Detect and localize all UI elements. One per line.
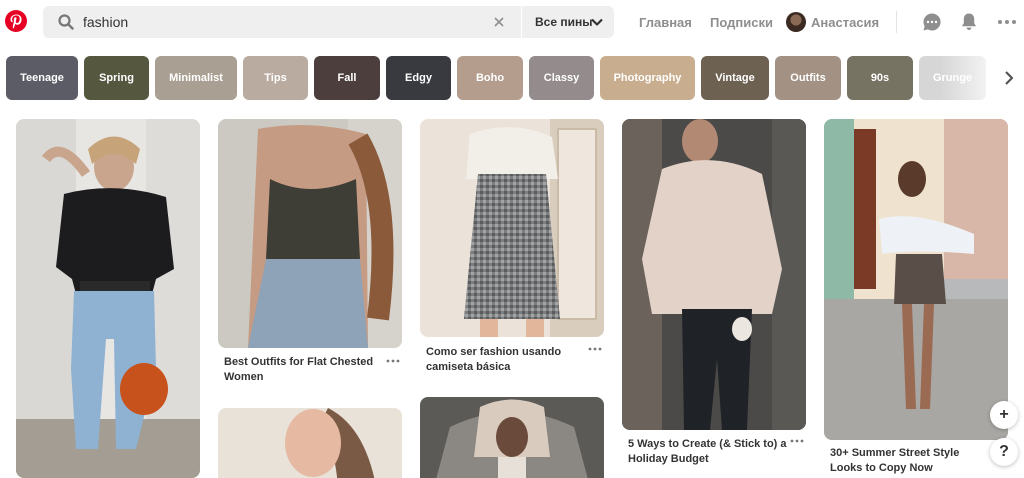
header-divider	[896, 11, 897, 33]
more-options-icon[interactable]	[386, 358, 400, 364]
tag-label: Fall	[337, 72, 357, 84]
pin-title[interactable]: 30+ Summer Street Style Looks to Copy No…	[830, 446, 990, 476]
notifications-bell-icon[interactable]	[958, 11, 980, 33]
pinterest-logo-icon[interactable]	[5, 10, 27, 32]
add-pin-label: +	[999, 406, 1009, 423]
search-scope-label: Все пины	[535, 15, 593, 29]
help-label: ?	[999, 443, 1009, 460]
pin-card[interactable]: Como ser fashion usando camiseta básica	[420, 119, 604, 379]
tag-label: Boho	[475, 72, 505, 84]
pin-image[interactable]	[420, 397, 604, 478]
pin-image[interactable]	[824, 119, 1008, 440]
tag-photography[interactable]: Photography	[600, 56, 695, 100]
tag-label: Grunge	[932, 72, 973, 84]
nav-subscriptions-link[interactable]: Подписки	[710, 15, 773, 30]
tag-label: Spring	[99, 72, 134, 84]
tag-label: Classy	[543, 72, 580, 84]
tag-label: Tips	[264, 72, 287, 84]
pin-image[interactable]	[16, 119, 200, 478]
tag-tips[interactable]: Tips	[243, 56, 308, 100]
tag-label: Edgy	[405, 72, 432, 84]
search-bar: Все пины	[43, 6, 614, 38]
avatar[interactable]	[786, 12, 806, 32]
tag-label: Teenage	[20, 72, 64, 84]
pin-card[interactable]: 30+ Summer Street Style Looks to Copy No…	[824, 119, 1008, 478]
top-header: Все пины Главная Подписки Анастасия	[0, 0, 1024, 46]
chevron-right-icon[interactable]	[999, 68, 1019, 88]
tag-minimalist[interactable]: Minimalist	[155, 56, 237, 100]
pin-image[interactable]	[420, 119, 604, 337]
pin-image[interactable]	[218, 119, 402, 348]
tag-edgy[interactable]: Edgy	[386, 56, 451, 100]
help-button[interactable]: ?	[990, 438, 1018, 466]
pin-card[interactable]	[420, 397, 604, 478]
tag-label: Minimalist	[169, 72, 223, 84]
guided-search-tags: Teenage Spring Minimalist Tips Fall Edgy…	[0, 56, 1024, 101]
tag-classy[interactable]: Classy	[529, 56, 594, 100]
tag-label: Vintage	[715, 72, 755, 84]
more-options-icon[interactable]	[790, 438, 804, 444]
pin-image[interactable]	[622, 119, 806, 430]
search-icon	[58, 14, 74, 30]
tag-grunge[interactable]: Grunge	[919, 56, 986, 100]
tag-label: 90s	[870, 72, 890, 84]
tag-outfits[interactable]: Outfits	[775, 56, 841, 100]
tag-teenage[interactable]: Teenage	[6, 56, 78, 100]
tag-boho[interactable]: Boho	[457, 56, 523, 100]
pin-title[interactable]: 5 Ways to Create (& Stick to) a Holiday …	[628, 437, 788, 467]
profile-name-link[interactable]: Анастасия	[811, 15, 879, 30]
pin-card[interactable]: Best Outfits for Flat Chested Women	[218, 119, 402, 394]
more-options-icon[interactable]	[588, 346, 602, 352]
pin-title[interactable]: Como ser fashion usando camiseta básica	[426, 345, 586, 375]
tag-spring[interactable]: Spring	[84, 56, 149, 100]
pin-card[interactable]	[16, 119, 200, 478]
search-input[interactable]	[83, 12, 483, 32]
nav-home-link[interactable]: Главная	[639, 15, 692, 30]
tag-90s[interactable]: 90s	[847, 56, 913, 100]
add-pin-button[interactable]: +	[990, 401, 1018, 429]
pin-image[interactable]	[218, 408, 402, 478]
clear-search-icon[interactable]	[492, 15, 506, 29]
tag-fall[interactable]: Fall	[314, 56, 380, 100]
pin-card[interactable]	[218, 408, 402, 478]
chevron-down-icon	[591, 18, 603, 26]
more-options-icon[interactable]	[996, 11, 1018, 33]
tag-label: Outfits	[790, 72, 826, 84]
search-scope-dropdown[interactable]: Все пины	[522, 6, 614, 38]
tag-vintage[interactable]: Vintage	[701, 56, 769, 100]
messages-icon[interactable]	[921, 11, 943, 33]
pin-card[interactable]: 5 Ways to Create (& Stick to) a Holiday …	[622, 119, 806, 471]
pin-title[interactable]: Best Outfits for Flat Chested Women	[224, 355, 384, 385]
tag-label: Photography	[613, 72, 682, 84]
